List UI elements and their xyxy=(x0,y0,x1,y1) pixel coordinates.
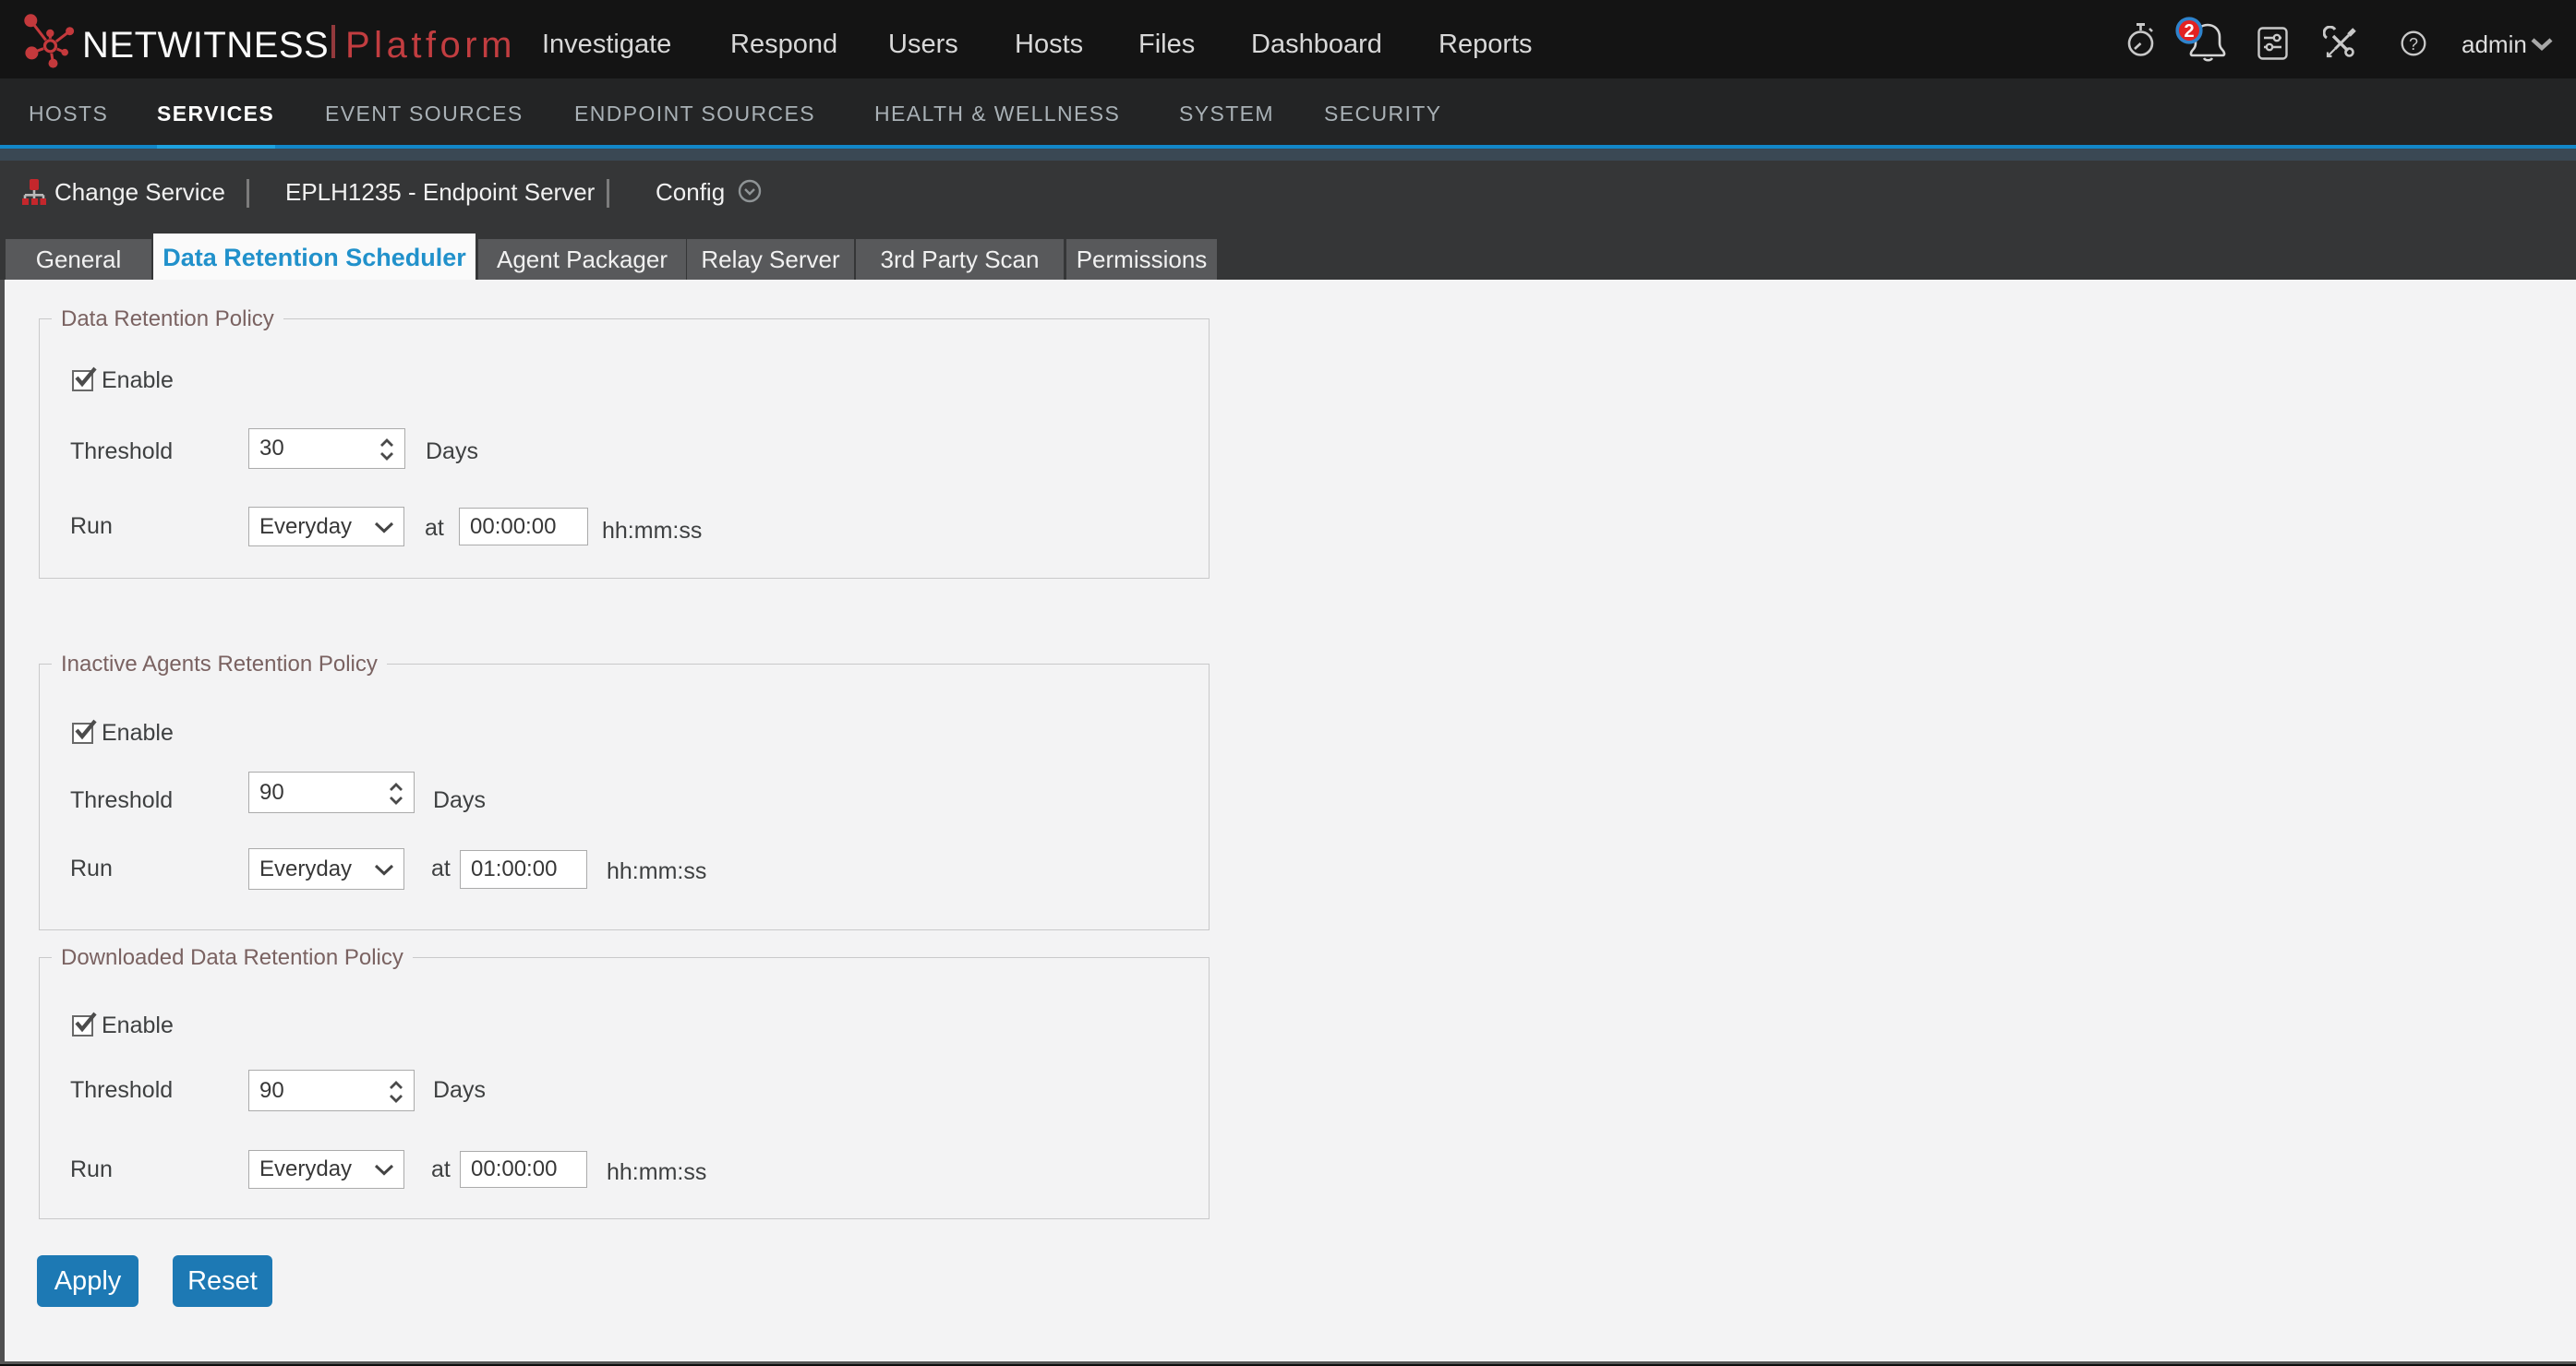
svg-text:2: 2 xyxy=(2184,21,2194,42)
svg-text:?: ? xyxy=(2409,35,2418,54)
